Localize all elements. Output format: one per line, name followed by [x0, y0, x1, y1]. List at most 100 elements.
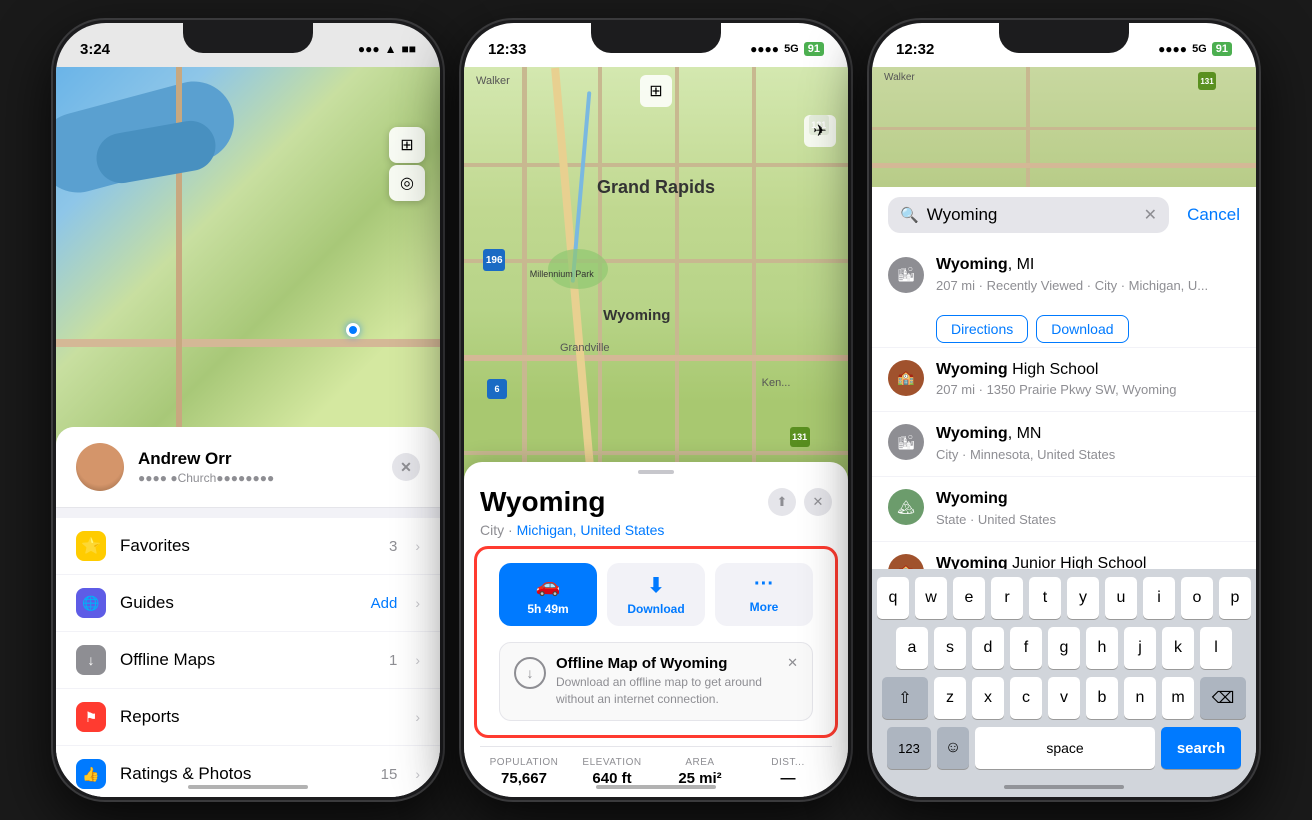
search-clear-button[interactable]: ✕: [1144, 205, 1157, 225]
compass-icon[interactable]: ✈: [804, 115, 836, 147]
offline-map-banner: ↓ Offline Map of Wyoming Download an off…: [499, 642, 813, 721]
sidebar-item-reports[interactable]: ⚑ Reports ›: [56, 689, 440, 746]
key-y[interactable]: y: [1067, 577, 1099, 619]
key-m[interactable]: m: [1162, 677, 1194, 719]
key-e[interactable]: e: [953, 577, 985, 619]
key-space[interactable]: space: [975, 727, 1155, 769]
more-label: More: [750, 600, 779, 614]
key-a[interactable]: a: [896, 627, 928, 669]
user-location-dot: [346, 323, 360, 337]
result-icon-1: 🏙: [888, 257, 924, 293]
key-emoji[interactable]: ☺: [937, 727, 969, 769]
home-indicator-3: [1004, 785, 1124, 789]
directions-action-button[interactable]: Directions: [936, 315, 1028, 343]
result-wyoming-mi[interactable]: 🏙 Wyoming, MI 207 mi · Recently Viewed ·…: [872, 243, 1256, 348]
key-n[interactable]: n: [1124, 677, 1156, 719]
key-o[interactable]: o: [1181, 577, 1213, 619]
status-icons-1: ●●● ▲ ■■: [358, 42, 416, 56]
key-c[interactable]: c: [1010, 677, 1042, 719]
key-j[interactable]: j: [1124, 627, 1156, 669]
phone-1: 3:24 ●●● ▲ ■■ ⊞ ◎: [53, 20, 443, 800]
dist-value: —: [744, 770, 832, 787]
highway-badge-3: 131: [1198, 72, 1216, 90]
sidebar-item-guides[interactable]: 🌐 Guides Add ›: [56, 575, 440, 632]
key-b[interactable]: b: [1086, 677, 1118, 719]
download-action-button[interactable]: Download: [1036, 315, 1128, 343]
map-type-btn[interactable]: ⊞: [389, 127, 425, 163]
key-q[interactable]: q: [877, 577, 909, 619]
reports-icon: ⚑: [76, 702, 106, 732]
key-f[interactable]: f: [1010, 627, 1042, 669]
sidebar-item-offline-maps[interactable]: ↓ Offline Maps 1 ›: [56, 632, 440, 689]
key-u[interactable]: u: [1105, 577, 1137, 619]
result-wyoming-state[interactable]: 🏔 Wyoming State · United States: [872, 477, 1256, 542]
result-wyoming-highschool[interactable]: 🏫 Wyoming High School 207 mi · 1350 Prai…: [872, 348, 1256, 413]
user-email: ●●●● ●Church●●●●●●●●: [138, 471, 378, 485]
download-button[interactable]: ⬇ Download: [607, 563, 705, 626]
key-k[interactable]: k: [1162, 627, 1194, 669]
key-i[interactable]: i: [1143, 577, 1175, 619]
offline-download-icon: ↓: [514, 657, 546, 689]
map-icon[interactable]: ⊞: [640, 75, 672, 107]
kentwood-label: Ken...: [762, 377, 791, 389]
result-name-4: Wyoming: [936, 489, 1240, 510]
key-z[interactable]: z: [934, 677, 966, 719]
guides-label: Guides: [120, 593, 357, 613]
key-123[interactable]: 123: [887, 727, 931, 769]
sidebar-sheet: Andrew Orr ●●●● ●Church●●●●●●●● ✕ ⭐ Favo…: [56, 427, 440, 797]
cancel-button[interactable]: Cancel: [1187, 205, 1240, 225]
notch-3: [999, 23, 1129, 53]
result-desc-4: State · United States: [936, 512, 1240, 529]
search-container: 🔍 Wyoming ✕ Cancel: [872, 187, 1256, 243]
keyboard-row-2: a s d f g h j k l: [876, 627, 1252, 669]
signal-icon-1: ●●●: [358, 42, 380, 56]
time-1: 3:24: [80, 41, 110, 58]
result-wyoming-mn[interactable]: 🏙 Wyoming, MN City · Minnesota, United S…: [872, 412, 1256, 477]
favorites-icon: ⭐: [76, 531, 106, 561]
sidebar-item-ratings-photos[interactable]: 👍 Ratings & Photos 15 ›: [56, 746, 440, 797]
guides-chevron: ›: [415, 595, 420, 611]
result-actions-1: Directions Download: [936, 315, 1129, 343]
offline-maps-badge: 1: [389, 652, 397, 669]
sheet-title-actions: ⬆ ✕: [768, 488, 832, 516]
key-d[interactable]: d: [972, 627, 1004, 669]
sidebar-item-favorites[interactable]: ⭐ Favorites 3 ›: [56, 518, 440, 575]
result-desc-2: 207 mi · 1350 Prairie Pkwy SW, Wyoming: [936, 382, 1240, 399]
key-s[interactable]: s: [934, 627, 966, 669]
key-h[interactable]: h: [1086, 627, 1118, 669]
stat-elevation: ELEVATION 640 ft: [568, 757, 656, 787]
favorites-badge: 3: [389, 538, 397, 555]
key-g[interactable]: g: [1048, 627, 1080, 669]
search-bar[interactable]: 🔍 Wyoming ✕: [888, 197, 1169, 233]
key-shift[interactable]: ⇧: [882, 677, 928, 719]
map-location-btn[interactable]: ◎: [389, 165, 425, 201]
car-icon: 🚗: [536, 573, 561, 598]
subtitle-link: Michigan, United States: [517, 522, 665, 538]
sheet-close-button[interactable]: ✕: [804, 488, 832, 516]
ratings-label: Ratings & Photos: [120, 764, 367, 784]
key-x[interactable]: x: [972, 677, 1004, 719]
offline-close[interactable]: ✕: [787, 655, 798, 671]
key-r[interactable]: r: [991, 577, 1023, 619]
key-t[interactable]: t: [1029, 577, 1061, 619]
result-icon-2: 🏫: [888, 360, 924, 396]
key-p[interactable]: p: [1219, 577, 1251, 619]
share-button[interactable]: ⬆: [768, 488, 796, 516]
key-v[interactable]: v: [1048, 677, 1080, 719]
key-l[interactable]: l: [1200, 627, 1232, 669]
battery-icon-3: 91: [1212, 42, 1232, 56]
close-button[interactable]: ✕: [392, 453, 420, 481]
key-backspace[interactable]: ⌫: [1200, 677, 1246, 719]
result-name-3: Wyoming, MN: [936, 424, 1240, 445]
avatar: [76, 443, 124, 491]
phone-2: 12:33 ●●●● 5G 91: [461, 20, 851, 800]
offline-title: Offline Map of Wyoming: [556, 655, 777, 672]
search-input[interactable]: Wyoming: [927, 205, 1136, 225]
directions-button[interactable]: 🚗 5h 49m: [499, 563, 597, 626]
network-icon-2: 5G: [784, 43, 799, 55]
home-indicator-1: [188, 785, 308, 789]
more-button[interactable]: ··· More: [715, 563, 813, 626]
search-key-button[interactable]: search: [1161, 727, 1241, 769]
stats-bar: POPULATION 75,667 ELEVATION 640 ft AREA …: [480, 746, 832, 797]
key-w[interactable]: w: [915, 577, 947, 619]
